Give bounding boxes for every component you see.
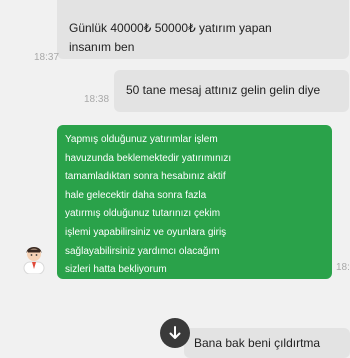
- arrow-down-icon: [169, 326, 181, 339]
- message-bubble-agent: Yapmış olduğunuz yatırımlar işlem havuzu…: [57, 125, 332, 279]
- message-timestamp: 18:38: [84, 94, 110, 105]
- message-text: Yapmış olduğunuz yatırımlar işlem: [65, 134, 218, 145]
- message-timestamp: 18:37: [34, 52, 60, 63]
- message-text: sağlayabilirsiniz yardımcı olacağım: [65, 245, 220, 257]
- message-text: havuzunda beklemektedir yatırımınızı: [65, 152, 232, 164]
- message-text: sizleri hatta bekliyorum: [65, 264, 167, 276]
- message-bubble-incoming: Bana bak beni çıldırtma: [184, 328, 350, 358]
- message-text: insanım ben: [69, 40, 135, 54]
- message-text: işlemi yapabilirsiniz ve oyunlara giriş: [65, 226, 227, 238]
- message-text: tamamladıktan sonra hesabınız aktif: [65, 171, 226, 183]
- message-text: Günlük 40000₺ 50000₺ yatırım yapan: [69, 21, 272, 35]
- message-text: yatırmış olduğunuz tutarınızı çekim: [65, 208, 221, 220]
- message-text: Bana bak beni çıldırtma: [194, 336, 321, 350]
- message-text: 50 tane mesaj attınız gelin gelin diye: [126, 83, 321, 97]
- scroll-to-bottom-button[interactable]: [160, 318, 190, 348]
- agent-avatar-icon: [22, 242, 46, 275]
- message-bubble-incoming: 50 tane mesaj attınız gelin gelin diye: [114, 70, 349, 112]
- message-bubble-incoming: Günlük 40000₺ 50000₺ yatırım yapan insan…: [57, 0, 349, 59]
- message-timestamp: 18:38: [336, 262, 350, 273]
- message-text: hale gelecektir daha sonra fazla: [65, 189, 207, 201]
